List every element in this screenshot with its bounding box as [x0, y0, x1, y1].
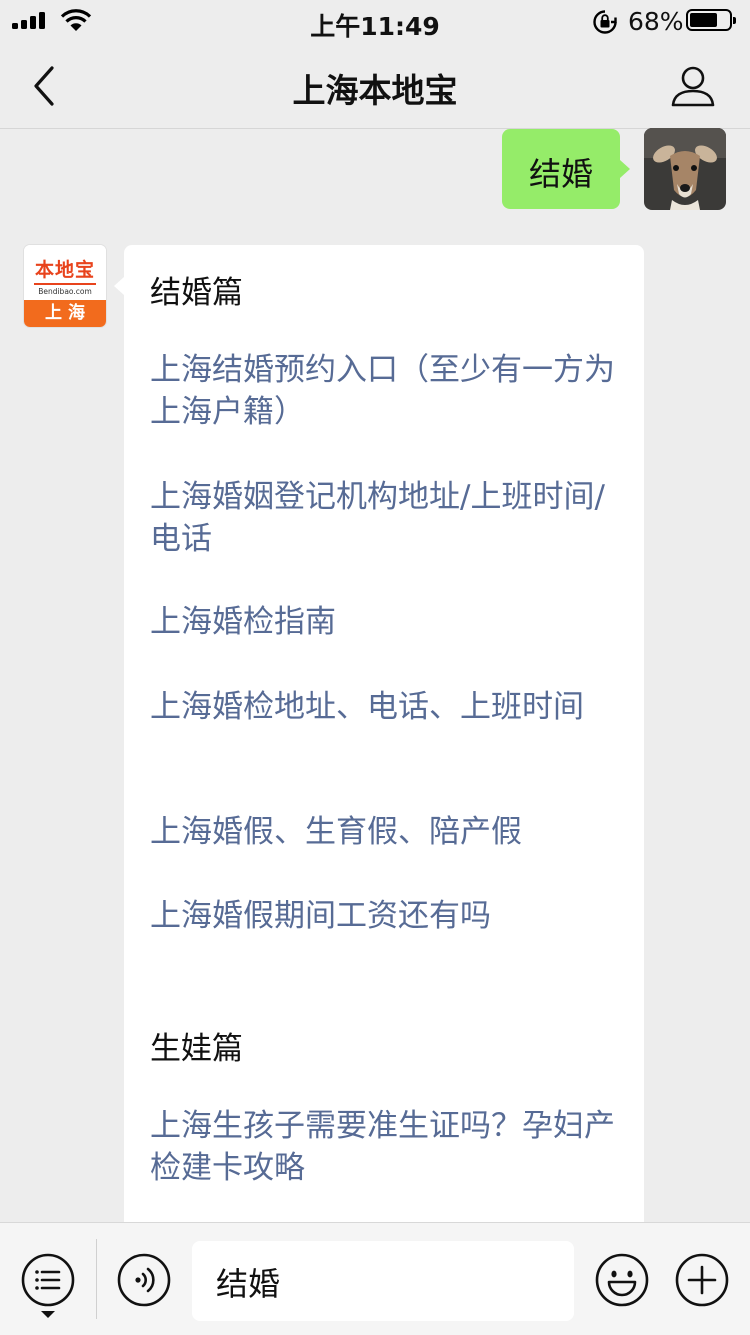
menu-expand-indicator: [41, 1311, 55, 1318]
bendibao-logo: 本地宝 Bendibao.com: [24, 245, 106, 300]
link-birth-permit[interactable]: 上海生孩子需要准生证吗？孕妇产检建卡攻略: [150, 1105, 620, 1189]
nav-bar: 上海本地宝: [0, 42, 750, 129]
my-avatar[interactable]: [644, 128, 726, 210]
my-message-bubble[interactable]: 结婚: [502, 129, 630, 209]
battery-percent: 68%: [628, 7, 684, 36]
link-leave-policies[interactable]: 上海婚假、生育假、陪产假: [150, 811, 620, 853]
link-leave-salary[interactable]: 上海婚假期间工资还有吗: [150, 895, 620, 937]
battery-icon: [686, 9, 736, 31]
plus-icon[interactable]: [675, 1253, 729, 1307]
divider: [96, 1239, 97, 1319]
menu-list-icon[interactable]: [21, 1253, 75, 1307]
bot-avatar-city: 上 海: [24, 300, 106, 327]
bot-avatar[interactable]: 本地宝 Bendibao.com 上 海: [24, 245, 106, 327]
section-heading-marriage: 结婚篇: [150, 275, 243, 311]
link-premarital-check-guide[interactable]: 上海婚检指南: [150, 601, 620, 643]
section-heading-baby: 生娃篇: [150, 1031, 243, 1067]
my-message-text: 结婚: [528, 155, 593, 193]
link-marriage-appointment[interactable]: 上海结婚预约入口（至少有一方为上海户籍）: [150, 349, 620, 433]
voice-icon[interactable]: [117, 1253, 171, 1307]
page-title: 上海本地宝: [292, 71, 458, 110]
bot-message-bubble: 结婚篇 上海结婚预约入口（至少有一方为上海户籍） 上海婚姻登记机构地址/上班时间…: [114, 245, 644, 1245]
message-input[interactable]: 结婚: [192, 1241, 574, 1321]
input-bar: 结婚: [0, 1222, 750, 1335]
status-bar: 上午11:49 68%: [0, 0, 750, 42]
profile-icon[interactable]: [670, 64, 716, 108]
link-premarital-check-address[interactable]: 上海婚检地址、电话、上班时间: [150, 686, 620, 728]
rotation-lock-icon: [593, 10, 617, 34]
emoji-icon[interactable]: [595, 1253, 649, 1307]
link-marriage-registry[interactable]: 上海婚姻登记机构地址/上班时间/电话: [150, 476, 620, 560]
